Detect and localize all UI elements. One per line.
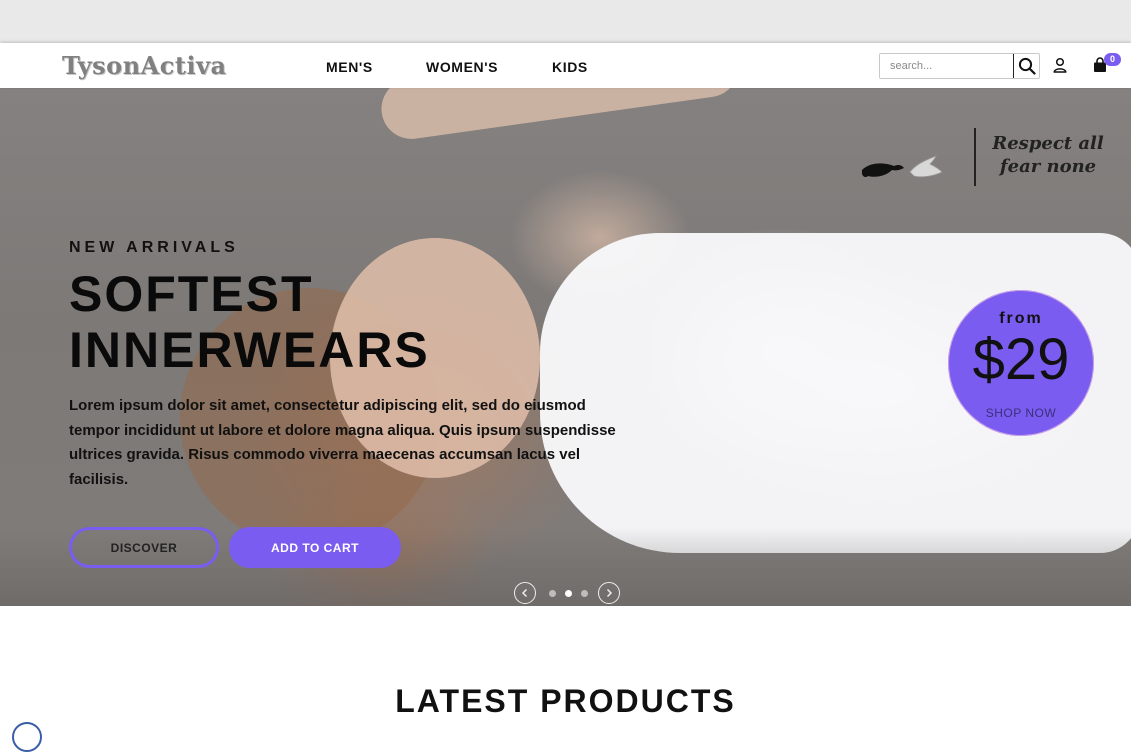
cart-count-badge: 0 xyxy=(1104,53,1121,66)
search-box xyxy=(879,53,1040,79)
nav-womens[interactable]: WOMEN'S xyxy=(426,59,498,75)
slider-next-button[interactable] xyxy=(598,582,620,604)
add-to-cart-button[interactable]: ADD TO CART xyxy=(229,527,401,568)
hero-description: Lorem ipsum dolor sit amet, consectetur … xyxy=(69,397,616,488)
user-icon xyxy=(1053,57,1067,73)
chevron-right-icon xyxy=(606,588,613,598)
account-button[interactable] xyxy=(1051,56,1069,74)
site-logo[interactable]: TysonActiva xyxy=(62,51,227,80)
search-input[interactable] xyxy=(880,54,1013,78)
search-icon xyxy=(1018,57,1036,75)
hero-headline-line1: SOFTEST xyxy=(69,266,314,322)
slider-dot-3[interactable] xyxy=(581,590,588,597)
hero-brand-divider xyxy=(974,128,976,186)
latest-products-title: LATEST PRODUCTS xyxy=(395,683,736,719)
chevron-left-icon xyxy=(521,588,528,598)
nav-kids[interactable]: KIDS xyxy=(552,59,588,75)
hero-headline: SOFTEST INNERWEARS xyxy=(69,266,569,378)
slider-dot-1[interactable] xyxy=(549,590,556,597)
hero-photo-arm xyxy=(377,88,743,143)
nav-mens[interactable]: MEN'S xyxy=(326,59,373,75)
price-value: $29 xyxy=(972,327,1070,392)
hero-eyebrow: NEW ARRIVALS xyxy=(69,239,239,256)
hero-brand-mark: Respect all fear none xyxy=(860,128,1110,188)
shop-now-link[interactable]: SHOP NOW xyxy=(948,406,1094,420)
main-navbar: TysonActiva MEN'S WOMEN'S KIDS 0 xyxy=(0,43,1131,88)
hero-banner: Respect all fear none NEW ARRIVALS SOFTE… xyxy=(0,88,1131,606)
slider-prev-button[interactable] xyxy=(514,582,536,604)
panther-logo-icon xyxy=(862,155,943,178)
hero-brand-tagline: Respect all fear none xyxy=(992,133,1104,177)
search-button[interactable] xyxy=(1013,54,1039,78)
discover-button[interactable]: DISCOVER xyxy=(69,527,219,568)
hero-headline-line2: INNERWEARS xyxy=(69,322,430,378)
slider-dot-2[interactable] xyxy=(565,590,572,597)
top-strip xyxy=(0,0,1131,43)
price-badge[interactable]: from $29 SHOP NOW xyxy=(948,290,1094,436)
